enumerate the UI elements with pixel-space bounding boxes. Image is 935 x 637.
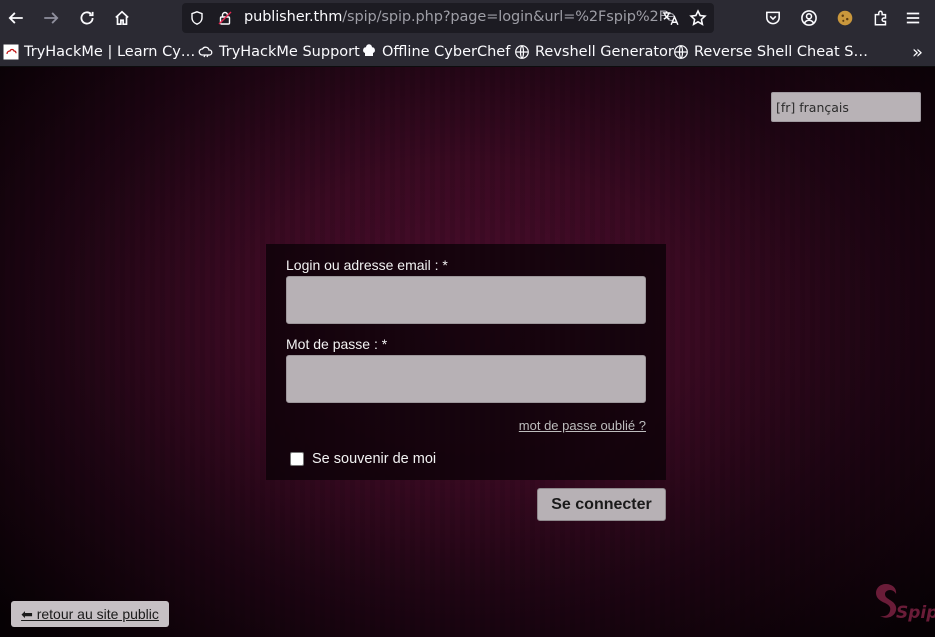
menu-hamburger-icon[interactable] bbox=[899, 4, 927, 32]
shield-icon[interactable] bbox=[188, 9, 206, 27]
bookmarks-bar: TryHackMe | Learn Cy… TryHackMe Support … bbox=[0, 36, 935, 67]
login-submit-button[interactable]: Se connecter bbox=[537, 488, 666, 521]
bookmark-reverse-shell-cheat-sheet[interactable]: Reverse Shell Cheat S… bbox=[673, 41, 868, 63]
account-icon[interactable] bbox=[795, 4, 823, 32]
url-text[interactable]: publisher.thm/spip/spip.php?page=login&u… bbox=[244, 9, 675, 25]
globe-icon bbox=[673, 44, 689, 60]
extension-cookie-icon[interactable] bbox=[831, 4, 859, 32]
login-page: [fr] français Login ou adresse email : *… bbox=[0, 67, 935, 637]
forward-arrow-icon[interactable] bbox=[37, 4, 65, 32]
password-input[interactable] bbox=[286, 355, 646, 403]
bookmark-offline-cyberchef[interactable]: Offline CyberChef bbox=[361, 41, 510, 63]
forgot-password-link[interactable]: mot de passe oublié ? bbox=[519, 418, 646, 433]
pocket-icon[interactable] bbox=[759, 4, 787, 32]
password-label: Mot de passe : * bbox=[286, 336, 388, 352]
globe-icon bbox=[514, 44, 530, 60]
login-label: Login ou adresse email : * bbox=[286, 257, 448, 273]
bookmark-tryhackme-support[interactable]: TryHackMe Support bbox=[198, 41, 360, 63]
language-select[interactable]: [fr] français bbox=[771, 92, 921, 122]
translate-icon[interactable] bbox=[656, 4, 684, 32]
cloud-support-icon bbox=[198, 44, 214, 60]
login-email-input[interactable] bbox=[286, 276, 646, 324]
remember-me-label[interactable]: Se souvenir de moi bbox=[312, 451, 436, 467]
back-arrow-icon[interactable] bbox=[2, 4, 30, 32]
back-to-public-site-link[interactable]: ⬅ retour au site public bbox=[11, 601, 169, 627]
remember-me-row[interactable]: Se souvenir de moi bbox=[290, 451, 436, 467]
tryhackme-icon bbox=[3, 44, 19, 60]
browser-toolbar: publisher.thm/spip/spip.php?page=login&u… bbox=[0, 0, 935, 36]
bookmark-tryhackme[interactable]: TryHackMe | Learn Cy… bbox=[3, 41, 195, 63]
remember-me-checkbox[interactable] bbox=[290, 452, 304, 466]
bookmarks-overflow-button[interactable]: » bbox=[912, 41, 923, 63]
reload-icon[interactable] bbox=[73, 4, 101, 32]
login-form: Login ou adresse email : * Mot de passe … bbox=[266, 244, 666, 480]
bookmark-revshell-generator[interactable]: Revshell Generator bbox=[514, 41, 674, 63]
insecure-lock-icon[interactable] bbox=[216, 9, 234, 27]
home-icon[interactable] bbox=[108, 4, 136, 32]
url-bar[interactable]: publisher.thm/spip/spip.php?page=login&u… bbox=[182, 3, 714, 33]
extensions-puzzle-icon[interactable] bbox=[867, 4, 895, 32]
chef-hat-icon bbox=[361, 44, 377, 60]
bookmark-star-icon[interactable] bbox=[684, 4, 712, 32]
spip-logo-text: Spip bbox=[896, 603, 935, 623]
